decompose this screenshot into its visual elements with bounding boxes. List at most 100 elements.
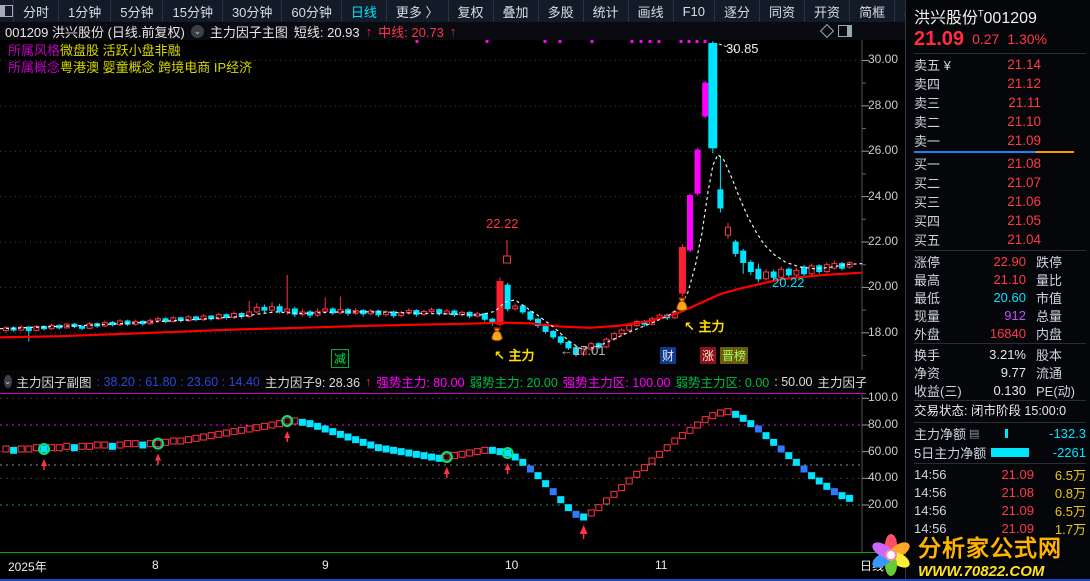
period-button-8[interactable]: 更多 〉 (387, 0, 449, 22)
x-axis-label: 10 (505, 558, 519, 572)
tool-button-4[interactable]: 统计 (584, 0, 629, 22)
transaction-time: 14:56 (914, 466, 947, 482)
y-axis-label: 30.00 (868, 52, 899, 67)
tool-button-9[interactable]: 开资 (805, 0, 851, 22)
main-flow-row[interactable]: 主力净额 ▤ -132.3 (914, 424, 1086, 443)
tool-button-8[interactable]: 同资 (760, 0, 806, 22)
stat-label: 收益(三) (914, 383, 962, 399)
sub-indicator-tail: 主力因子 (817, 376, 867, 390)
signal-markers-layer (38, 415, 588, 539)
order-row-sell-5[interactable]: 卖五 ¥ 21.14 (914, 55, 1086, 74)
period-button-2[interactable]: 1分钟 (59, 0, 112, 22)
period-button-7[interactable]: 日线 (342, 0, 387, 22)
ranking-badge[interactable]: 晋榜 (720, 347, 749, 364)
stat-label-right: 跌停 (1036, 254, 1063, 270)
transaction-price: 21.09 (1001, 502, 1034, 518)
main-flow-value: -132.3 (1049, 426, 1086, 441)
order-label: 卖二 (914, 115, 941, 130)
pressure-dots-layer (415, 40, 707, 43)
order-price: 21.11 (1008, 95, 1041, 110)
tool-button-6[interactable]: F10 (674, 0, 716, 22)
order-row-buy-3[interactable]: 买三 21.06 (914, 192, 1086, 211)
header-right-icons (818, 23, 860, 39)
stat2-row-3: 收益(三) 0.130 PE(动) (914, 381, 1086, 399)
stat-label: 涨停 (914, 254, 941, 270)
sell-orders: 卖五 ¥ 21.14 卖四 21.12 卖三 21.11 卖二 21.10 卖一 21.09 (914, 55, 1086, 150)
finance-badge[interactable]: 财 (660, 347, 677, 364)
watermark: 分析家公式网 WWW.70822.COM (866, 527, 1090, 581)
trade-status: 交易状态: 闭市阶段 15:00:0 (914, 404, 1067, 418)
stat-label: 最低 (914, 290, 941, 306)
strong-zone-value: 强势主力区: 100.00 (562, 376, 671, 390)
transaction-time: 14:56 (914, 484, 947, 500)
order-label: 买二 (914, 176, 941, 191)
indicator-name[interactable]: 主力因子主图 (210, 22, 288, 41)
stat-label-right: PE(动) (1036, 383, 1076, 399)
order-row-sell-2[interactable]: 卖二 21.10 (914, 112, 1086, 131)
period-button-3[interactable]: 5分钟 (111, 0, 164, 22)
order-price: 21.12 (1007, 76, 1041, 91)
reduce-badge[interactable]: 减 (331, 349, 350, 368)
sidebar-toggle-icon[interactable] (0, 0, 14, 22)
sub-indicator-title[interactable]: 主力因子副图 (17, 372, 92, 391)
price-row: 21.09 0.27 1.30% (914, 26, 1086, 52)
list-icon[interactable]: ▤ (969, 427, 979, 440)
order-row-sell-4[interactable]: 卖四 21.12 (914, 74, 1086, 93)
order-label: 买四 (914, 214, 941, 229)
order-row-buy-1[interactable]: 买一 21.08 (914, 154, 1086, 173)
y-axis-label: 80.00 (868, 417, 899, 431)
panel-toggle-icon[interactable] (838, 25, 852, 37)
period-button-6[interactable]: 60分钟 (282, 0, 342, 22)
style-tag-value[interactable]: 微盘股 活跃小盘非融 (60, 43, 181, 58)
high-price-annotation: 30.85 (726, 41, 759, 56)
tool-button-10[interactable]: 简框 (850, 0, 896, 22)
stat-row-2: 最高 21.10 量比 (914, 270, 1086, 288)
bid-ask-ratio-bar (914, 151, 1074, 153)
flow5-row[interactable]: 5日主力净额 -2261 (914, 443, 1086, 462)
tool-button-2[interactable]: 叠加 (494, 0, 539, 22)
transaction-volume: 6.5万 (1054, 467, 1086, 483)
stock-title[interactable]: 洪兴股份T001209 (914, 4, 1086, 27)
period-button-5[interactable]: 30分钟 (223, 0, 283, 22)
order-row-buy-2[interactable]: 买二 21.07 (914, 173, 1086, 192)
stat-row-4: 现量 912 总量 (914, 306, 1086, 324)
y-axis-label: 22.00 (868, 234, 899, 249)
diamond-icon[interactable] (819, 23, 835, 39)
tool-button-1[interactable]: 复权 (449, 0, 494, 22)
order-row-sell-1[interactable]: 卖一 21.09 (914, 131, 1086, 150)
candlestick-layer (3, 41, 853, 357)
quote-panel: 洪兴股份T001209 21.09 0.27 1.30% 卖五 ¥ 21.14 卖四… (905, 0, 1090, 581)
y-axis-label: 18.00 (868, 324, 899, 339)
order-row-sell-3[interactable]: 卖三 21.11 (914, 93, 1086, 112)
grid-layer (0, 59, 862, 506)
date-axis[interactable]: 2025年 8 9 10 11 (0, 552, 905, 581)
limit-up-badge[interactable]: 涨 (700, 347, 717, 364)
stat-value: 912 (1004, 307, 1026, 323)
transaction-row-2: 14:56 21.08 0.8万 (914, 483, 1086, 501)
chart-header-bar: 001209 洪兴股份 (日线.前复权) ⌄ 主力因子主图 短线: 20.93 … (0, 22, 910, 40)
order-row-buy-5[interactable]: 买五 21.04 (914, 230, 1086, 249)
tool-button-7[interactable]: 逐分 (715, 0, 761, 22)
y-axis-label: 20.00 (868, 497, 899, 511)
tool-button-5[interactable]: 画线 (629, 0, 674, 22)
order-label: 买五 (914, 233, 941, 248)
tool-button-3[interactable]: 多股 (539, 0, 584, 22)
transaction-price: 21.08 (1001, 484, 1034, 500)
order-label: 卖四 (914, 77, 941, 92)
x-axis-label: 8 (152, 558, 159, 572)
stat-label: 最高 (914, 272, 941, 288)
order-price: 21.07 (1007, 175, 1041, 190)
weak-zone-value: 弱势主力区: 0.00 (675, 376, 770, 390)
chevron-down-icon[interactable]: ⌄ (190, 24, 204, 38)
stock-tags: 所属风格微盘股 活跃小盘非融 所属概念粤港澳 婴童概念 跨境电商 IP经济 (8, 42, 252, 76)
sub-indicator-header: ⌄ 主力因子副图 : 38.20 : 61.80 : 23.60 : 14.40… (0, 370, 866, 394)
concept-tag-label: 所属概念 (8, 60, 61, 75)
stat-row-3: 最低 20.60 市值 (914, 288, 1086, 306)
period-button-4[interactable]: 15分钟 (163, 0, 223, 22)
y-axis-label: 26.00 (868, 143, 899, 158)
order-row-buy-4[interactable]: 买四 21.05 (914, 211, 1086, 230)
chevron-down-icon[interactable]: ⌄ (4, 375, 12, 388)
up-arrow-icon: ↑ (365, 374, 372, 389)
concept-tag-value[interactable]: 粤港澳 婴童概念 跨境电商 IP经济 (60, 60, 252, 75)
period-button-1[interactable]: 分时 (14, 0, 60, 22)
